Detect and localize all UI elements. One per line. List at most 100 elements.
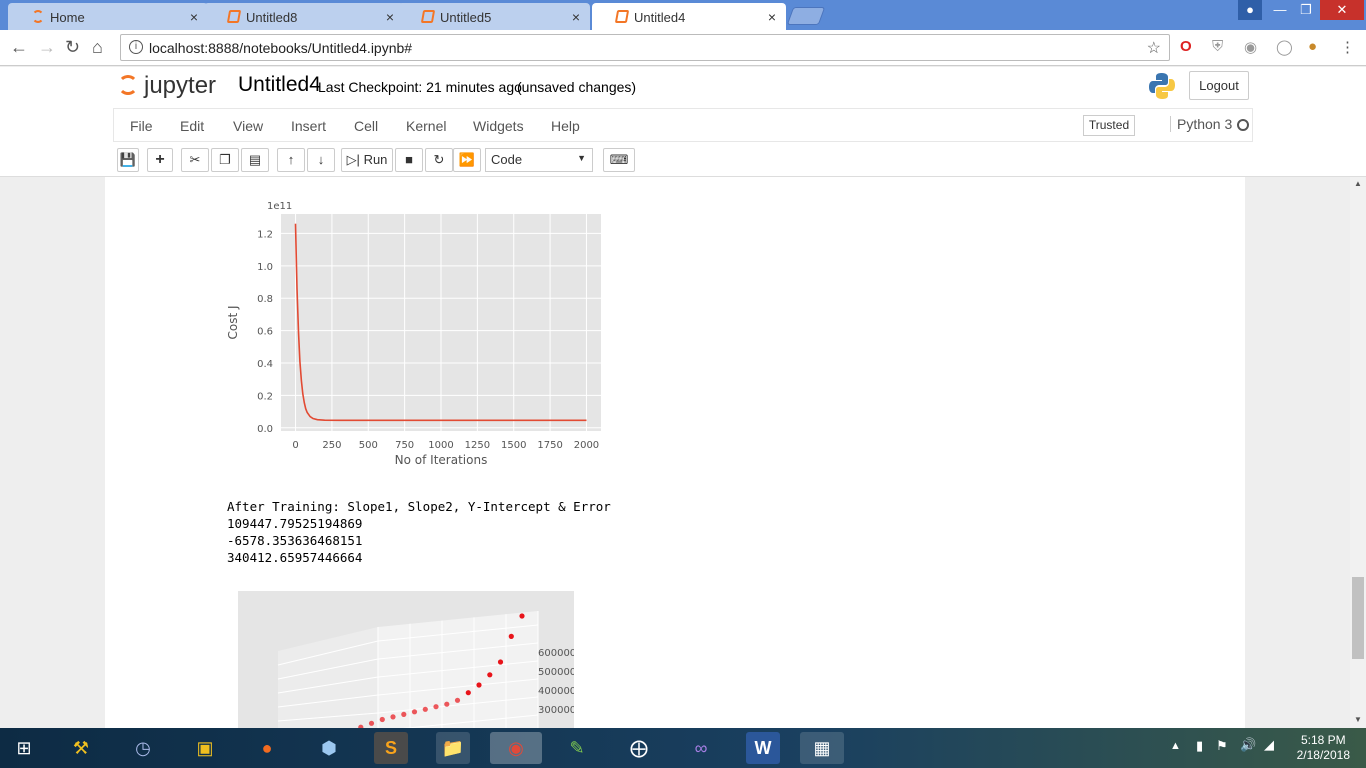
close-icon[interactable]: × (190, 9, 198, 25)
move-up-icon[interactable]: ↑ (277, 148, 305, 172)
restart-run-all-icon[interactable]: ⏩ (453, 148, 481, 172)
scroll-up-icon[interactable]: ▲ (1354, 179, 1362, 188)
chrome-icon[interactable]: ◉ (490, 732, 542, 764)
bookmark-star-icon[interactable]: ☆ (1147, 38, 1161, 58)
trusted-badge[interactable]: Trusted (1083, 115, 1135, 136)
windows-taskbar: ⊞ ⚒ ◷ ▣ ● ⬢ S 📁 ◉ ✎ ⨁ ∞ W ▦ ▲ ▮ ⚑ 🔊 ◢ 5:… (0, 728, 1366, 768)
tab-home[interactable]: Home × (8, 3, 208, 30)
tab-untitled5[interactable]: Untitled5 × (398, 3, 590, 30)
notebook-name[interactable]: Untitled4 (238, 73, 321, 97)
menu-widgets[interactable]: Widgets (473, 118, 524, 134)
menu-cell[interactable]: Cell (354, 118, 378, 134)
network-alert-icon[interactable]: ⚑ (1216, 738, 1228, 754)
opera-icon[interactable]: O (1180, 38, 1192, 55)
start-icon[interactable]: ⊞ (6, 732, 42, 764)
output-slope2: -6578.353636468151 (227, 533, 363, 548)
menu-file[interactable]: File (130, 118, 153, 134)
scatter-point (411, 709, 418, 715)
tab-untitled4[interactable]: Untitled4 × (592, 3, 786, 30)
y-tick-label: 0.0 (257, 424, 273, 435)
new-tab-button[interactable] (786, 7, 826, 25)
forward-icon[interactable]: → (38, 37, 56, 58)
checkpoint-status: Last Checkpoint: 21 minutes ago (318, 79, 522, 95)
menu-view[interactable]: View (233, 118, 263, 134)
file-explorer-icon[interactable]: 📁 (436, 732, 470, 764)
shield-icon[interactable]: ⛨ (1212, 38, 1223, 55)
scrollbar-thumb[interactable] (1352, 577, 1364, 659)
scatter-point (497, 659, 504, 665)
close-icon[interactable]: × (572, 9, 580, 25)
keyboard-icon[interactable]: ⌨ (603, 148, 635, 172)
tab-title: Untitled8 (246, 10, 298, 25)
add-cell-icon[interactable]: + (147, 148, 173, 172)
signal-icon[interactable]: ◢ (1264, 737, 1274, 753)
minimize-icon[interactable]: — (1266, 0, 1294, 20)
restore-icon[interactable]: ❐ (1294, 0, 1318, 20)
z-tick-label: 600000 (538, 648, 574, 659)
tray-chevron-icon[interactable]: ▲ (1170, 740, 1181, 752)
z-tick-label: 500000 (538, 667, 574, 678)
vmware-icon[interactable]: ▣ (188, 732, 222, 764)
save-icon[interactable]: 💾 (117, 148, 139, 172)
menu-insert[interactable]: Insert (291, 118, 326, 134)
firefox-icon[interactable]: ● (250, 732, 284, 764)
x-tick-label: 750 (395, 440, 414, 451)
y-offset-label: 1e11 (267, 201, 292, 212)
extension2-icon[interactable]: ◯ (1276, 38, 1293, 56)
menu-bar: File Edit View Insert Cell Kernel Widget… (113, 108, 1253, 142)
tray-clock[interactable]: 5:18 PM 2/18/2018 (1297, 733, 1350, 763)
word-icon[interactable]: W (746, 732, 780, 764)
menu-icon[interactable]: ⋮ (1340, 38, 1355, 56)
info-icon[interactable]: i (129, 40, 143, 54)
tab-untitled8[interactable]: Untitled8 × (204, 3, 404, 30)
photos-icon[interactable]: ▦ (800, 732, 844, 764)
interrupt-icon[interactable]: ■ (395, 148, 423, 172)
home-icon[interactable]: ⌂ (92, 37, 103, 58)
back-icon[interactable]: ← (10, 37, 28, 58)
y-tick-label: 0.2 (257, 391, 273, 402)
run-button[interactable]: ▷| Run (341, 148, 393, 172)
virtualbox-icon[interactable]: ⬢ (312, 732, 346, 764)
y-axis-label: Cost J (226, 305, 240, 339)
x-tick-label: 1000 (428, 440, 453, 451)
y-tick-label: 0.8 (257, 294, 273, 305)
window-close-icon[interactable]: ✕ (1320, 0, 1364, 20)
logout-button[interactable]: Logout (1189, 71, 1249, 100)
cookie-icon[interactable]: ● (1308, 38, 1317, 55)
close-icon[interactable]: × (386, 9, 394, 25)
notebook-tab-icon (614, 10, 630, 23)
menu-help[interactable]: Help (551, 118, 580, 134)
jupyter-logo[interactable]: jupyter (118, 72, 216, 100)
scatter-point (422, 706, 428, 712)
address-bar[interactable]: i localhost:8888/notebooks/Untitled4.ipy… (120, 34, 1170, 61)
x-tick-label: 2000 (574, 440, 599, 451)
user-icon[interactable]: ● (1238, 0, 1262, 20)
menu-edit[interactable]: Edit (180, 118, 204, 134)
torrent-icon[interactable]: ◷ (126, 732, 160, 764)
y-tick-label: 0.6 (257, 327, 273, 338)
paste-icon[interactable]: ▤ (241, 148, 269, 172)
scroll-down-icon[interactable]: ▼ (1354, 715, 1362, 724)
kernel-name[interactable]: Python 3 (1170, 116, 1232, 132)
menu-kernel[interactable]: Kernel (406, 118, 446, 134)
cut-icon[interactable]: ✂ (181, 148, 209, 172)
battery-icon[interactable]: ▮ (1196, 738, 1203, 754)
reload-icon[interactable]: ↻ (65, 37, 80, 58)
editor-icon[interactable]: ✎ (560, 732, 594, 764)
extension-icon[interactable]: ◉ (1244, 38, 1257, 56)
visual-studio-icon[interactable]: ∞ (684, 732, 718, 764)
page-scrollbar[interactable]: ▲ ▼ (1350, 177, 1366, 728)
restart-icon[interactable]: ↻ (425, 148, 453, 172)
move-down-icon[interactable]: ↓ (307, 148, 335, 172)
copy-icon[interactable]: ❐ (211, 148, 239, 172)
close-icon[interactable]: × (768, 9, 776, 25)
volume-icon[interactable]: 🔊 (1240, 737, 1256, 753)
tools-icon[interactable]: ⚒ (64, 732, 98, 764)
output-header: After Training: Slope1, Slope2, Y-Interc… (227, 499, 611, 514)
cell-type-value: Code (491, 152, 523, 167)
tab-title: Home (50, 10, 85, 25)
cell-type-select[interactable]: Code ▼ (485, 148, 593, 172)
tab-title: Untitled5 (440, 10, 492, 25)
sublime-icon[interactable]: S (374, 732, 408, 764)
teamviewer-icon[interactable]: ⨁ (622, 732, 656, 764)
